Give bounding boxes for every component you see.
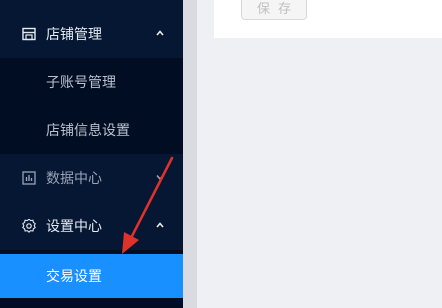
- gear-icon: [22, 219, 36, 233]
- form-panel: 保存: [214, 0, 442, 38]
- menu-group-store-management[interactable]: 店铺管理: [0, 10, 183, 58]
- menu-item-label: 交易设置: [46, 269, 102, 285]
- chevron-up-icon: [156, 222, 164, 228]
- menu-item-sub-accounts[interactable]: 子账号管理: [0, 58, 183, 106]
- menu-item-label: 店铺信息设置: [46, 123, 130, 139]
- chevron-down-icon: [156, 174, 164, 181]
- store-icon: [22, 27, 36, 41]
- menu-group-settings-center[interactable]: 设置中心: [0, 202, 183, 250]
- menu-group-data-center[interactable]: 数据中心: [0, 154, 183, 202]
- chevron-up-icon: [156, 30, 164, 36]
- sidebar-divider: [183, 0, 197, 308]
- store-submenu: 子账号管理 店铺信息设置: [0, 58, 183, 154]
- menu-item-store-info-settings[interactable]: 店铺信息设置: [0, 106, 183, 154]
- menu-group-label: 数据中心: [46, 171, 102, 187]
- save-button[interactable]: 保存: [241, 0, 307, 20]
- menu-group-label: 店铺管理: [46, 27, 102, 43]
- bar-chart-icon: [22, 171, 36, 185]
- menu-item-trade-settings[interactable]: 交易设置: [0, 254, 183, 298]
- sidebar: 店铺管理 子账号管理 店铺信息设置 数据中心 设置中心 交易设置: [0, 0, 183, 308]
- settings-submenu: 交易设置: [0, 250, 183, 308]
- menu-item-label: 子账号管理: [46, 75, 116, 91]
- menu-group-label: 设置中心: [46, 219, 102, 235]
- main-content: 保存: [197, 0, 442, 308]
